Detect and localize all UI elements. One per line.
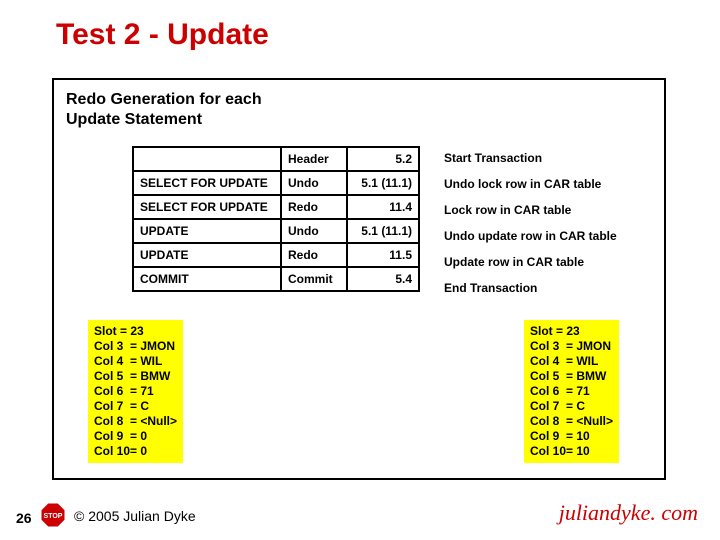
page-title: Test 2 - Update (0, 0, 720, 52)
row-desc: End Transaction (444, 276, 537, 300)
cell-type: Undo (281, 171, 347, 195)
row-desc: Undo update row in CAR table (444, 224, 617, 248)
table-row: SELECT FOR UPDATERedo11.4 (133, 195, 419, 219)
row-desc: Start Transaction (444, 146, 542, 170)
row-desc: Update row in CAR table (444, 250, 584, 274)
subtitle: Redo Generation for each Update Statemen… (66, 90, 652, 130)
slot-box-left: Slot = 23 Col 3 = JMON Col 4 = WIL Col 5… (88, 320, 183, 463)
cell-type: Commit (281, 267, 347, 291)
page-number: 26 (16, 510, 32, 526)
cell-val: 5.1 (11.1) (347, 171, 419, 195)
table-row: SELECT FOR UPDATEUndo5.1 (11.1) (133, 171, 419, 195)
redo-table: Header5.2 SELECT FOR UPDATEUndo5.1 (11.1… (132, 146, 420, 292)
footer: 26 STOP © 2005 Julian Dyke juliandyke. c… (0, 500, 720, 528)
cell-op: UPDATE (133, 243, 281, 267)
row-desc: Undo lock row in CAR table (444, 172, 601, 196)
table-row: UPDATEUndo5.1 (11.1) (133, 219, 419, 243)
table-row: UPDATERedo11.5 (133, 243, 419, 267)
slide: Test 2 - Update Redo Generation for each… (0, 0, 720, 540)
cell-type: Header (281, 147, 347, 171)
content-box: Redo Generation for each Update Statemen… (52, 78, 666, 480)
cell-type: Redo (281, 195, 347, 219)
row-desc: Lock row in CAR table (444, 198, 571, 222)
cell-val: 5.4 (347, 267, 419, 291)
cell-type: Undo (281, 219, 347, 243)
cell-op: SELECT FOR UPDATE (133, 171, 281, 195)
cell-op (133, 147, 281, 171)
stop-icon: STOP (40, 502, 66, 528)
cell-val: 5.2 (347, 147, 419, 171)
cell-op: UPDATE (133, 219, 281, 243)
cell-val: 11.4 (347, 195, 419, 219)
stop-label: STOP (44, 513, 63, 520)
cell-op: SELECT FOR UPDATE (133, 195, 281, 219)
cell-val: 11.5 (347, 243, 419, 267)
table-row: Header5.2 (133, 147, 419, 171)
cell-op: COMMIT (133, 267, 281, 291)
copyright: © 2005 Julian Dyke (74, 508, 196, 524)
table-row: COMMITCommit5.4 (133, 267, 419, 291)
cell-val: 5.1 (11.1) (347, 219, 419, 243)
cell-type: Redo (281, 243, 347, 267)
brand: juliandyke. com (559, 500, 698, 526)
slot-box-right: Slot = 23 Col 3 = JMON Col 4 = WIL Col 5… (524, 320, 619, 463)
